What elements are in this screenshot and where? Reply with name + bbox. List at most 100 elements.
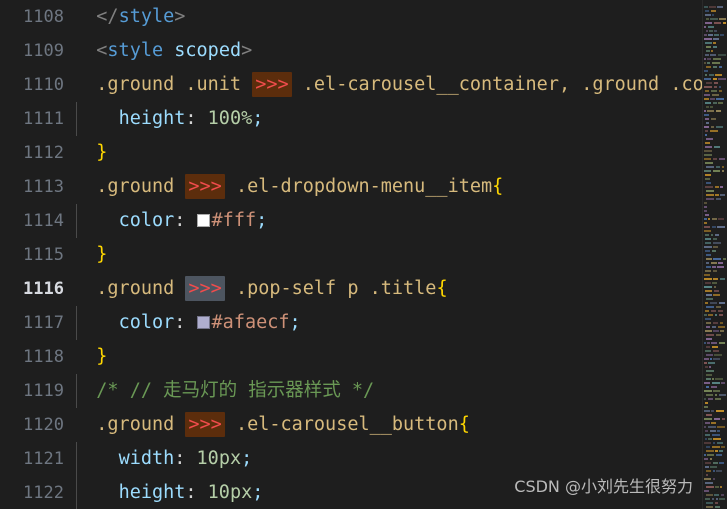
minimap-line: [708, 26, 714, 28]
minimap-line: [704, 206, 707, 208]
deep-selector-token[interactable]: >>>: [185, 276, 225, 301]
minimap-line: [714, 290, 719, 292]
code-line[interactable]: 1117 color: #afaecf;: [0, 306, 727, 340]
code-line[interactable]: 1109 <style scoped>: [0, 34, 727, 68]
editor-minimap[interactable]: [703, 0, 727, 509]
minimap-line: [717, 226, 725, 228]
code-token: }: [96, 142, 108, 163]
line-number: 1111: [23, 109, 64, 129]
minimap-line: [704, 382, 710, 384]
minimap-line: [706, 446, 710, 448]
code-line[interactable]: 1111 height: 100%;: [0, 102, 727, 136]
code-line[interactable]: 1113 .ground >>> .el-dropdown-menu__item…: [0, 170, 727, 204]
minimap-line: [704, 274, 710, 276]
code-line[interactable]: 1122 height: 10px;: [0, 476, 727, 509]
minimap-line: [704, 230, 711, 232]
line-number: 1118: [23, 347, 64, 367]
minimap-line: [706, 334, 714, 336]
code-line[interactable]: 1110 .ground .unit >>> .el-carousel__con…: [0, 68, 727, 102]
minimap-line: [719, 66, 722, 68]
minimap-line: [704, 490, 709, 492]
minimap-line: [710, 302, 717, 304]
minimap-line: [718, 78, 726, 80]
minimap-line: [714, 354, 722, 356]
code-token: :: [185, 482, 208, 503]
code-text: }: [74, 340, 727, 374]
deep-selector-token[interactable]: >>>: [185, 174, 225, 199]
code-line[interactable]: 1118 }: [0, 340, 727, 374]
minimap-line: [714, 418, 720, 420]
minimap-line: [706, 370, 714, 372]
minimap-line: [706, 326, 710, 328]
minimap-line: [705, 10, 709, 12]
minimap-line: [715, 314, 717, 316]
minimap-line: [706, 394, 713, 396]
editor-code-area[interactable]: 1108 </style> 1109 <style scoped> 1110 .gr…: [0, 0, 727, 509]
code-token: .el-carousel__container, .ground .comfor…: [291, 74, 727, 95]
minimap-line: [705, 162, 713, 164]
code-token: height: [118, 108, 186, 129]
minimap-line: [704, 154, 712, 156]
code-token: color: [118, 312, 175, 333]
minimap-line: [704, 454, 706, 456]
minimap-line: [722, 418, 725, 420]
minimap-line: [704, 218, 707, 220]
code-line[interactable]: 1112 }: [0, 136, 727, 170]
minimap-line: [706, 122, 709, 124]
minimap-line: [706, 346, 710, 348]
minimap-line: [712, 266, 716, 268]
code-line[interactable]: 1116 .ground >>> .pop-self p .title{: [0, 272, 727, 306]
minimap-line: [706, 166, 714, 168]
code-line[interactable]: 1115 }: [0, 238, 727, 272]
minimap-line: [707, 454, 714, 456]
minimap-line: [720, 34, 724, 36]
minimap-line: [708, 438, 712, 440]
minimap-line: [706, 322, 711, 324]
code-token: .pop-self p .title: [224, 278, 437, 299]
minimap-line: [705, 330, 712, 332]
minimap-line: [705, 130, 708, 132]
code-text: }: [74, 238, 727, 272]
minimap-line: [712, 282, 717, 284]
minimap-line: [715, 234, 719, 236]
minimap-line: [709, 74, 714, 76]
minimap-line: [713, 158, 717, 160]
code-token: :: [174, 210, 197, 231]
minimap-line: [713, 38, 719, 40]
code-text: color: #afaecf;: [74, 306, 727, 340]
minimap-line: [710, 18, 718, 20]
line-number: 1112: [23, 143, 64, 163]
minimap-line: [723, 258, 726, 260]
minimap-line: [721, 382, 725, 384]
minimap-line: [712, 218, 717, 220]
minimap-line: [708, 34, 713, 36]
code-line[interactable]: 1119 /* // 走马灯的 指示器样式 */: [0, 374, 727, 408]
minimap-line: [709, 6, 716, 8]
deep-selector-token[interactable]: >>>: [252, 72, 292, 97]
deep-selector-token[interactable]: >>>: [185, 412, 225, 437]
code-token: </: [96, 6, 119, 27]
minimap-line: [712, 382, 720, 384]
color-swatch-icon[interactable]: [196, 214, 210, 227]
minimap-line: [704, 246, 712, 248]
minimap-line: [704, 34, 707, 36]
minimap-line: [706, 486, 714, 488]
minimap-line: [713, 462, 718, 464]
color-swatch-icon[interactable]: [196, 316, 210, 329]
minimap-line: [712, 434, 720, 436]
code-text: .ground .unit >>> .el-carousel__containe…: [74, 68, 727, 102]
code-line[interactable]: 1121 width: 10px;: [0, 442, 727, 476]
minimap-line: [714, 30, 717, 32]
minimap-line: [723, 22, 726, 24]
minimap-line: [704, 86, 712, 88]
minimap-line: [704, 158, 711, 160]
code-line[interactable]: 1108 </style>: [0, 0, 727, 34]
minimap-line: [713, 438, 721, 440]
code-line[interactable]: 1120 .ground >>> .el-carousel__button{: [0, 408, 727, 442]
line-number: 1119: [23, 381, 64, 401]
minimap-line: [714, 82, 718, 84]
code-line[interactable]: 1114 color: #fff;: [0, 204, 727, 238]
minimap-line: [716, 334, 721, 336]
minimap-line: [705, 238, 711, 240]
minimap-line: [705, 282, 711, 284]
